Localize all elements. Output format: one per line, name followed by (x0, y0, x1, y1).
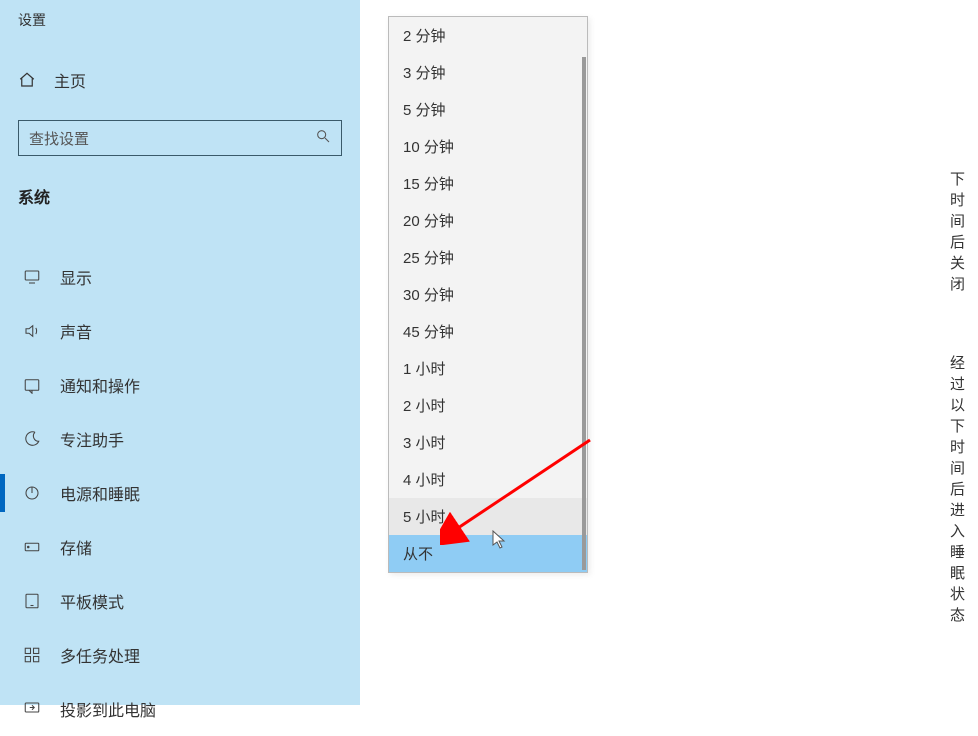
section-label: 系统 (0, 156, 360, 208)
tablet-icon (22, 592, 42, 610)
dropdown-option[interactable]: 1 小时 (389, 350, 587, 387)
search-icon (315, 128, 331, 148)
dropdown-option[interactable]: 5 小时 (389, 498, 587, 535)
screen-off-hint: 下时间后关闭 (950, 168, 978, 294)
sidebar-item-notification[interactable]: 通知和操作 (0, 358, 360, 412)
project-icon (22, 700, 42, 718)
home-nav[interactable]: 主页 (0, 30, 360, 92)
sidebar-item-label: 显示 (60, 265, 92, 289)
sound-icon (22, 322, 42, 340)
dropdown-option[interactable]: 15 分钟 (389, 165, 587, 202)
notification-icon (22, 376, 42, 394)
window-title: 设置 (0, 0, 360, 30)
sidebar-item-project[interactable]: 投影到此电脑 (0, 682, 360, 736)
home-label: 主页 (54, 68, 86, 92)
search-placeholder: 查找设置 (29, 128, 89, 149)
power-icon (22, 484, 42, 502)
dropdown-option[interactable]: 45 分钟 (389, 313, 587, 350)
dropdown-option[interactable]: 2 小时 (389, 387, 587, 424)
dropdown-option[interactable]: 30 分钟 (389, 276, 587, 313)
dropdown-scrollbar[interactable] (582, 57, 586, 570)
dropdown-option[interactable]: 10 分钟 (389, 128, 587, 165)
sleep-hint: 经过以下时间后进入睡眠状态 (950, 352, 978, 625)
dropdown-option[interactable]: 2 分钟 (389, 17, 587, 54)
dropdown-option[interactable]: 5 分钟 (389, 91, 587, 128)
sidebar-item-label: 平板模式 (60, 589, 124, 613)
dropdown-option[interactable]: 4 小时 (389, 461, 587, 498)
search-input[interactable]: 查找设置 (18, 120, 342, 156)
display-icon (22, 268, 42, 286)
settings-sidebar: 设置 主页 查找设置 系统 显示声音通知和操作专注助手电源和睡眠存储平板模式多任… (0, 0, 360, 705)
nav-list: 显示声音通知和操作专注助手电源和睡眠存储平板模式多任务处理投影到此电脑 (0, 250, 360, 736)
dropdown-option[interactable]: 从不 (389, 535, 587, 572)
sidebar-item-label: 通知和操作 (60, 373, 140, 397)
home-icon (18, 71, 36, 89)
sidebar-item-moon[interactable]: 专注助手 (0, 412, 360, 466)
sidebar-item-display[interactable]: 显示 (0, 250, 360, 304)
sidebar-item-sound[interactable]: 声音 (0, 304, 360, 358)
sidebar-item-label: 专注助手 (60, 427, 124, 451)
sidebar-item-tablet[interactable]: 平板模式 (0, 574, 360, 628)
dropdown-option[interactable]: 3 小时 (389, 424, 587, 461)
dropdown-option[interactable]: 25 分钟 (389, 239, 587, 276)
moon-icon (22, 430, 42, 448)
time-dropdown[interactable]: 2 分钟3 分钟5 分钟10 分钟15 分钟20 分钟25 分钟30 分钟45 … (388, 16, 588, 573)
storage-icon (22, 538, 42, 556)
sidebar-item-label: 存储 (60, 535, 92, 559)
sidebar-item-label: 投影到此电脑 (60, 697, 156, 721)
sidebar-item-storage[interactable]: 存储 (0, 520, 360, 574)
multitask-icon (22, 646, 42, 664)
sidebar-item-power[interactable]: 电源和睡眠 (0, 466, 360, 520)
sidebar-item-label: 多任务处理 (60, 643, 140, 667)
dropdown-option[interactable]: 3 分钟 (389, 54, 587, 91)
dropdown-option[interactable]: 20 分钟 (389, 202, 587, 239)
sidebar-item-label: 电源和睡眠 (60, 481, 140, 505)
sidebar-item-multitask[interactable]: 多任务处理 (0, 628, 360, 682)
sidebar-item-label: 声音 (60, 319, 92, 343)
